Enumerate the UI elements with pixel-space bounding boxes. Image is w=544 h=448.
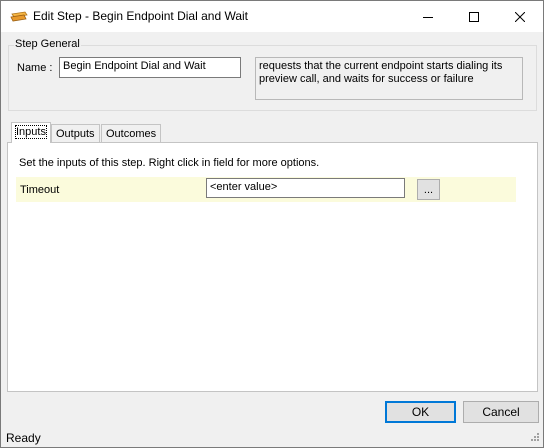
name-label: Name :	[17, 62, 53, 74]
timeout-browse-button[interactable]: ...	[417, 179, 440, 200]
maximize-icon	[469, 11, 479, 22]
step-general-legend: Step General	[14, 38, 81, 50]
window-title: Edit Step - Begin Endpoint Dial and Wait	[33, 9, 249, 23]
step-icon	[10, 11, 28, 22]
edit-step-window: Edit Step - Begin Endpoint Dial and Wait…	[0, 0, 544, 448]
tab-outputs-label: Outputs	[56, 128, 95, 140]
name-input[interactable]: Begin Endpoint Dial and Wait	[59, 57, 241, 78]
close-button[interactable]	[497, 1, 543, 32]
maximize-button[interactable]	[451, 1, 497, 32]
status-bar: Ready	[1, 428, 543, 447]
ok-button[interactable]: OK	[385, 401, 456, 423]
timeout-label: Timeout	[20, 184, 60, 196]
title-bar[interactable]: Edit Step - Begin Endpoint Dial and Wait	[1, 1, 543, 32]
timeout-input-row: Timeout <enter value> ...	[16, 177, 516, 202]
minimize-button[interactable]	[405, 1, 451, 32]
tab-outcomes[interactable]: Outcomes	[101, 124, 162, 143]
tab-inputs[interactable]: Inputs	[11, 122, 51, 143]
close-icon	[515, 11, 525, 22]
timeout-value-field[interactable]: <enter value>	[206, 178, 405, 198]
cancel-button[interactable]: Cancel	[463, 401, 539, 423]
tab-outcomes-label: Outcomes	[106, 128, 157, 140]
tab-inputs-label: Inputs	[15, 125, 47, 139]
tab-outputs[interactable]: Outputs	[51, 124, 100, 143]
step-description: requests that the current endpoint start…	[255, 57, 523, 100]
status-text: Ready	[6, 431, 41, 445]
resize-grip-icon[interactable]	[528, 432, 540, 444]
minimize-icon	[423, 12, 433, 22]
inputs-hint: Set the inputs of this step. Right click…	[19, 157, 320, 169]
